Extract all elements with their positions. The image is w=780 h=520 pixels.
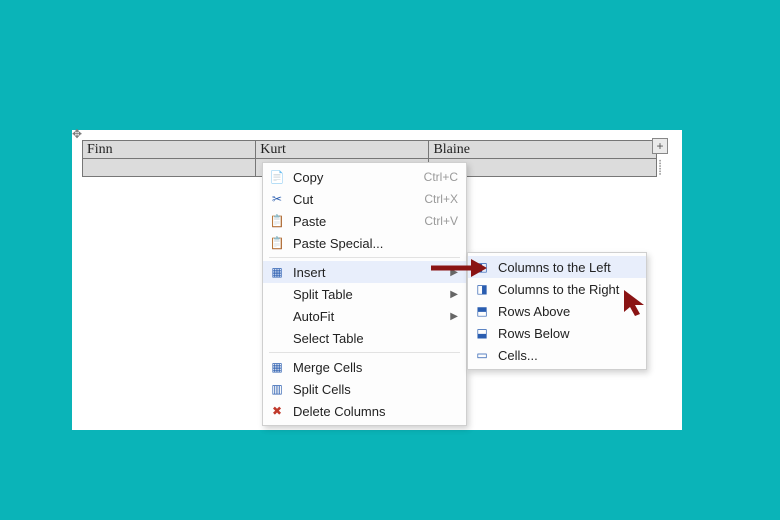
submenu-item-columns-left[interactable]: ◧ Columns to the Left xyxy=(468,256,646,278)
blank-icon xyxy=(267,308,287,324)
columns-right-icon: ◨ xyxy=(472,281,492,297)
insert-icon: ▦ xyxy=(267,264,287,280)
menu-label: Columns to the Left xyxy=(498,260,638,275)
menu-label: Paste Special... xyxy=(293,236,458,251)
table-cell[interactable] xyxy=(83,159,256,177)
menu-label: Rows Below xyxy=(498,326,638,341)
menu-label: Columns to the Right xyxy=(498,282,638,297)
menu-label: Rows Above xyxy=(498,304,638,319)
submenu-item-cells[interactable]: ▭ Cells... xyxy=(468,344,646,366)
menu-label: Delete Columns xyxy=(293,404,458,419)
merge-cells-icon: ▦ xyxy=(267,359,287,375)
menu-item-cut[interactable]: ✂ Cut Ctrl+X xyxy=(263,188,466,210)
delete-columns-icon: ✖ xyxy=(267,403,287,419)
menu-label: Split Table xyxy=(293,287,446,302)
menu-item-paste-special[interactable]: 📋 Paste Special... xyxy=(263,232,466,254)
menu-label: Copy xyxy=(293,170,424,185)
table-cell[interactable]: Kurt xyxy=(256,141,429,159)
menu-label: AutoFit xyxy=(293,309,446,324)
menu-item-select-table[interactable]: Select Table xyxy=(263,327,466,349)
paste-icon: 📋 xyxy=(267,213,287,229)
menu-item-split-cells[interactable]: ▥ Split Cells xyxy=(263,378,466,400)
table-cell[interactable]: Finn xyxy=(83,141,256,159)
table-context-menu: 📄 Copy Ctrl+C ✂ Cut Ctrl+X 📋 Paste Ctrl+… xyxy=(262,162,467,426)
menu-label: Split Cells xyxy=(293,382,458,397)
cells-icon: ▭ xyxy=(472,347,492,363)
menu-label: Insert xyxy=(293,265,446,280)
blank-icon xyxy=(267,330,287,346)
add-column-button[interactable]: + xyxy=(652,138,668,154)
menu-label: Cut xyxy=(293,192,424,207)
menu-item-delete-columns[interactable]: ✖ Delete Columns xyxy=(263,400,466,422)
document-canvas: ✥ Finn Kurt Blaine + ⸽ 📄 Copy Ctrl+C ✂ C… xyxy=(72,130,682,430)
cut-icon: ✂ xyxy=(267,191,287,207)
column-marker-icon: ⸽ xyxy=(652,158,668,176)
submenu-arrow-icon: ▶ xyxy=(450,267,458,278)
paste-special-icon: 📋 xyxy=(267,235,287,251)
table-cell[interactable]: Blaine xyxy=(429,141,657,159)
blank-icon xyxy=(267,286,287,302)
copy-icon: 📄 xyxy=(267,169,287,185)
submenu-item-rows-above[interactable]: ⬒ Rows Above xyxy=(468,300,646,322)
menu-shortcut: Ctrl+C xyxy=(424,170,458,184)
menu-shortcut: Ctrl+V xyxy=(424,214,458,228)
menu-item-split-table[interactable]: Split Table ▶ xyxy=(263,283,466,305)
menu-separator xyxy=(269,257,460,258)
insert-submenu: ◧ Columns to the Left ◨ Columns to the R… xyxy=(467,252,647,370)
menu-label: Paste xyxy=(293,214,424,229)
submenu-item-columns-right[interactable]: ◨ Columns to the Right xyxy=(468,278,646,300)
menu-separator xyxy=(269,352,460,353)
menu-label: Merge Cells xyxy=(293,360,458,375)
submenu-item-rows-below[interactable]: ⬓ Rows Below xyxy=(468,322,646,344)
split-cells-icon: ▥ xyxy=(267,381,287,397)
menu-label: Cells... xyxy=(498,348,638,363)
menu-item-merge-cells[interactable]: ▦ Merge Cells xyxy=(263,356,466,378)
menu-item-insert[interactable]: ▦ Insert ▶ xyxy=(263,261,466,283)
rows-above-icon: ⬒ xyxy=(472,303,492,319)
submenu-arrow-icon: ▶ xyxy=(450,311,458,322)
menu-item-paste[interactable]: 📋 Paste Ctrl+V xyxy=(263,210,466,232)
columns-left-icon: ◧ xyxy=(472,259,492,275)
rows-below-icon: ⬓ xyxy=(472,325,492,341)
menu-item-autofit[interactable]: AutoFit ▶ xyxy=(263,305,466,327)
table-row: Finn Kurt Blaine xyxy=(83,141,657,159)
menu-item-copy[interactable]: 📄 Copy Ctrl+C xyxy=(263,166,466,188)
menu-shortcut: Ctrl+X xyxy=(424,192,458,206)
table-move-handle-icon[interactable]: ✥ xyxy=(72,127,86,141)
menu-label: Select Table xyxy=(293,331,458,346)
submenu-arrow-icon: ▶ xyxy=(450,289,458,300)
